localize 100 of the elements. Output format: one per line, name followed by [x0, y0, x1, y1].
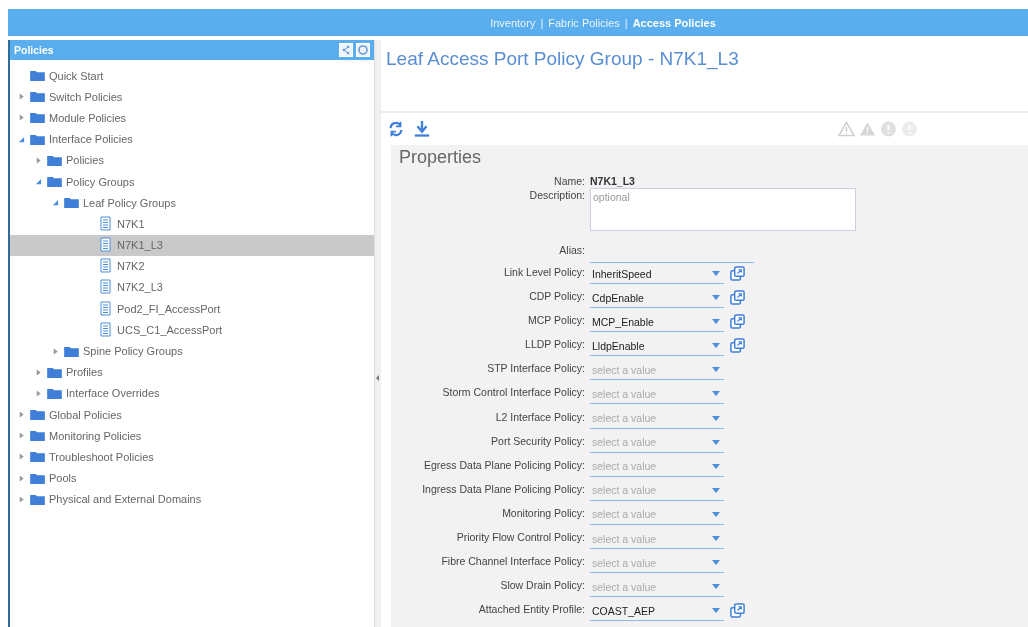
tree-item[interactable]: Module Policies [10, 107, 374, 129]
collapsed-caret-icon[interactable] [18, 93, 25, 101]
tree-item[interactable]: Monitoring Policies [10, 425, 374, 447]
open-copy-icon[interactable] [730, 338, 745, 354]
tree-item[interactable]: Pools [10, 467, 374, 489]
folder-icon [47, 387, 62, 399]
caret-icon [712, 536, 720, 542]
collapsed-caret-icon[interactable] [35, 368, 42, 376]
refresh-icon[interactable] [387, 120, 405, 138]
folder-icon [47, 366, 62, 378]
field-label: Port Security Policy: [490, 433, 586, 447]
caret-icon [712, 560, 720, 566]
collapsed-caret-icon[interactable] [18, 411, 25, 419]
collapsed-caret-icon[interactable] [18, 495, 25, 503]
section-title: Properties [399, 147, 483, 168]
refresh-icon[interactable] [356, 43, 370, 57]
caret-icon [712, 319, 720, 325]
nav-separator: | [540, 16, 544, 29]
tree-item[interactable]: N7K1_L3 [10, 234, 374, 256]
caret-icon [712, 608, 720, 614]
tree-item[interactable]: N7K1 [10, 213, 374, 235]
document-icon [99, 258, 113, 275]
share-icon[interactable] [339, 43, 353, 57]
collapsed-caret-icon[interactable] [52, 347, 59, 355]
document-icon [99, 300, 113, 317]
dropdown-field[interactable]: MCP_Enable [590, 312, 724, 333]
caret-icon [712, 343, 720, 349]
folder-icon [47, 154, 62, 166]
tree-item[interactable]: UCS_C1_AccessPort [10, 319, 374, 341]
collapse-handle[interactable] [376, 375, 379, 381]
folder-icon [30, 472, 45, 484]
open-copy-icon[interactable] [730, 290, 745, 306]
tree-item[interactable]: Switch Policies [10, 86, 374, 108]
field-label: MCP Policy: [527, 313, 586, 327]
warning-icon[interactable] [859, 121, 876, 137]
collapsed-caret-icon[interactable] [35, 156, 42, 164]
page-title: Leaf Access Port Policy Group - N7K1_L3 [386, 48, 739, 69]
tree-item[interactable]: Physical and External Domains [10, 488, 374, 510]
tree-item[interactable]: N7K2_L3 [10, 276, 374, 299]
caret-icon [712, 487, 720, 493]
tree-item[interactable]: Profiles [10, 361, 374, 383]
tree-item[interactable]: N7K2 [10, 255, 374, 277]
open-copy-icon[interactable] [730, 314, 745, 330]
folder-icon [30, 409, 45, 421]
folder-icon [30, 70, 45, 82]
field-label: Monitoring Policy: [501, 505, 586, 519]
tree-item[interactable]: Interface Overrides [10, 382, 374, 404]
folder-icon [64, 197, 79, 209]
collapsed-caret-icon[interactable] [35, 389, 42, 397]
caret-icon [712, 463, 720, 469]
tree-item[interactable]: Leaf Policy Groups [10, 192, 374, 214]
open-copy-icon[interactable] [730, 266, 745, 281]
field-label: Priority Flow Control Policy: [455, 530, 586, 544]
tree-item[interactable]: Spine Policy Groups [10, 340, 374, 362]
description-field[interactable]: optional [590, 188, 856, 231]
collapsed-caret-icon[interactable] [18, 114, 25, 122]
field-label: L2 Interface Policy: [494, 409, 586, 423]
document-icon [99, 215, 113, 232]
tree-item[interactable]: Quick Start [10, 65, 374, 87]
field-label: STP Interface Policy: [486, 361, 586, 375]
field-label: Link Level Policy: [502, 265, 586, 278]
folder-icon [30, 493, 45, 505]
sidebar-title: Policies [14, 44, 55, 56]
folder-icon [30, 112, 45, 124]
tree-item[interactable]: Policies [10, 149, 374, 171]
tree-item[interactable]: Global Policies [10, 404, 374, 426]
folder-icon [30, 451, 45, 463]
dropdown-field[interactable]: CdpEnable [590, 288, 724, 309]
field-label: CDP Policy: [528, 289, 586, 303]
folder-icon [30, 91, 45, 103]
tree-item[interactable]: Interface Policies [10, 128, 374, 150]
field-label: Egress Data Plane Policing Policy: [422, 457, 586, 471]
name-value: N7K1_L3 [590, 174, 635, 187]
folder-icon [30, 133, 45, 145]
collapsed-caret-icon[interactable] [18, 453, 25, 461]
warning-outline-icon[interactable] [838, 121, 855, 137]
expanded-caret-icon[interactable] [35, 178, 42, 186]
document-icon [99, 237, 113, 254]
field-label: Slow Drain Policy: [499, 578, 586, 592]
field-label: Name: [553, 174, 586, 187]
expanded-caret-icon[interactable] [52, 199, 59, 207]
tree-item[interactable]: Policy Groups [10, 170, 374, 193]
field-label: Description: [528, 188, 586, 201]
folder-icon [47, 176, 62, 188]
download-icon[interactable] [413, 120, 431, 138]
field-label: Ingress Data Plane Policing Policy: [421, 481, 586, 495]
dropdown-field[interactable]: InheritSpeed [590, 264, 724, 284]
open-copy-icon[interactable] [730, 603, 745, 619]
dropdown-field[interactable]: COAST_AEP [590, 601, 724, 622]
caret-icon [712, 367, 720, 373]
collapsed-caret-icon[interactable] [18, 432, 25, 440]
document-icon [99, 321, 113, 338]
tree-item[interactable]: Troubleshoot Policies [10, 446, 374, 468]
caret-icon [712, 511, 720, 517]
caret-icon [712, 584, 720, 590]
collapsed-caret-icon[interactable] [18, 474, 25, 482]
expanded-caret-icon[interactable] [18, 135, 25, 143]
tree-item[interactable]: Pod2_FI_AccessPort [10, 298, 374, 320]
dropdown-field[interactable]: LldpEnable [590, 336, 724, 357]
nav-separator: | [624, 16, 628, 29]
